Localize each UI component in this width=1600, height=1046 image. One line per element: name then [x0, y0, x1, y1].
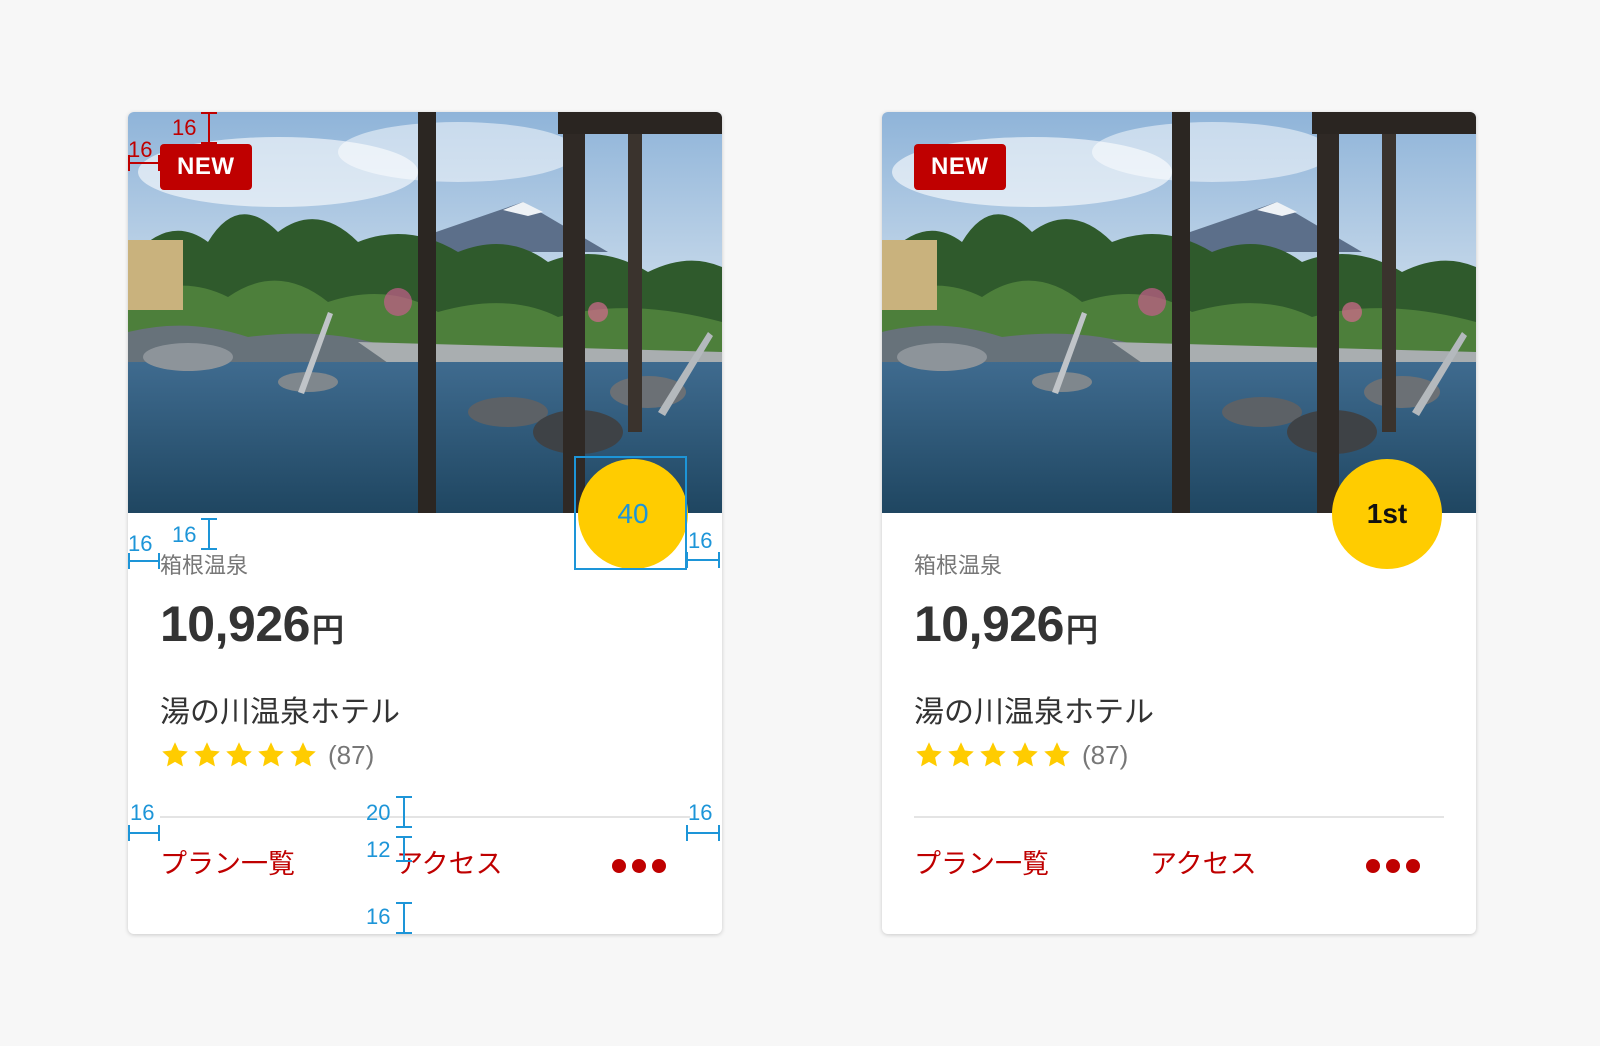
price: 10,926円: [160, 595, 344, 653]
area-label: 箱根温泉: [160, 554, 249, 579]
access-link[interactable]: アクセス: [396, 842, 503, 881]
price: 10,926円: [914, 595, 1098, 653]
star-icon: [256, 740, 286, 770]
rating: (87): [160, 740, 374, 770]
star-icon: [946, 740, 976, 770]
star-icon: [224, 740, 254, 770]
more-dots-icon[interactable]: [1366, 859, 1420, 873]
price-value: 10,926: [160, 596, 310, 652]
star-icon: [288, 740, 318, 770]
star-icon: [1042, 740, 1072, 770]
rating: (87): [914, 740, 1128, 770]
hotel-name[interactable]: 湯の川温泉ホテル: [914, 687, 1154, 731]
price-value: 10,926: [914, 596, 1064, 652]
star-icon: [1010, 740, 1040, 770]
new-badge: NEW: [160, 144, 252, 190]
star-icon: [192, 740, 222, 770]
hotel-card[interactable]: NEW 1st 箱根温泉 10,926円 湯の川温泉ホテル (87) プラン一覧…: [882, 112, 1476, 934]
hotel-card-annotated[interactable]: NEW 40 箱根温泉 10,926円 湯の川温泉ホテル (87) プラン一覧 …: [128, 112, 722, 934]
divider: [160, 816, 690, 818]
hotel-name[interactable]: 湯の川温泉ホテル: [160, 687, 400, 731]
star-icon: [914, 740, 944, 770]
star-rating: [160, 740, 318, 770]
rank-badge: 40: [578, 459, 688, 569]
rank-badge: 1st: [1332, 459, 1442, 569]
new-badge: NEW: [914, 144, 1006, 190]
access-link[interactable]: アクセス: [1150, 842, 1257, 881]
review-count[interactable]: (87): [1082, 740, 1128, 771]
star-icon: [978, 740, 1008, 770]
plan-list-link[interactable]: プラン一覧: [914, 842, 1049, 881]
star-icon: [160, 740, 190, 770]
more-dots-icon[interactable]: [612, 859, 666, 873]
price-unit: 円: [311, 611, 344, 649]
divider: [914, 816, 1444, 818]
review-count[interactable]: (87): [328, 740, 374, 771]
star-rating: [914, 740, 1072, 770]
area-label: 箱根温泉: [914, 554, 1003, 579]
plan-list-link[interactable]: プラン一覧: [160, 842, 295, 881]
price-unit: 円: [1065, 611, 1098, 649]
